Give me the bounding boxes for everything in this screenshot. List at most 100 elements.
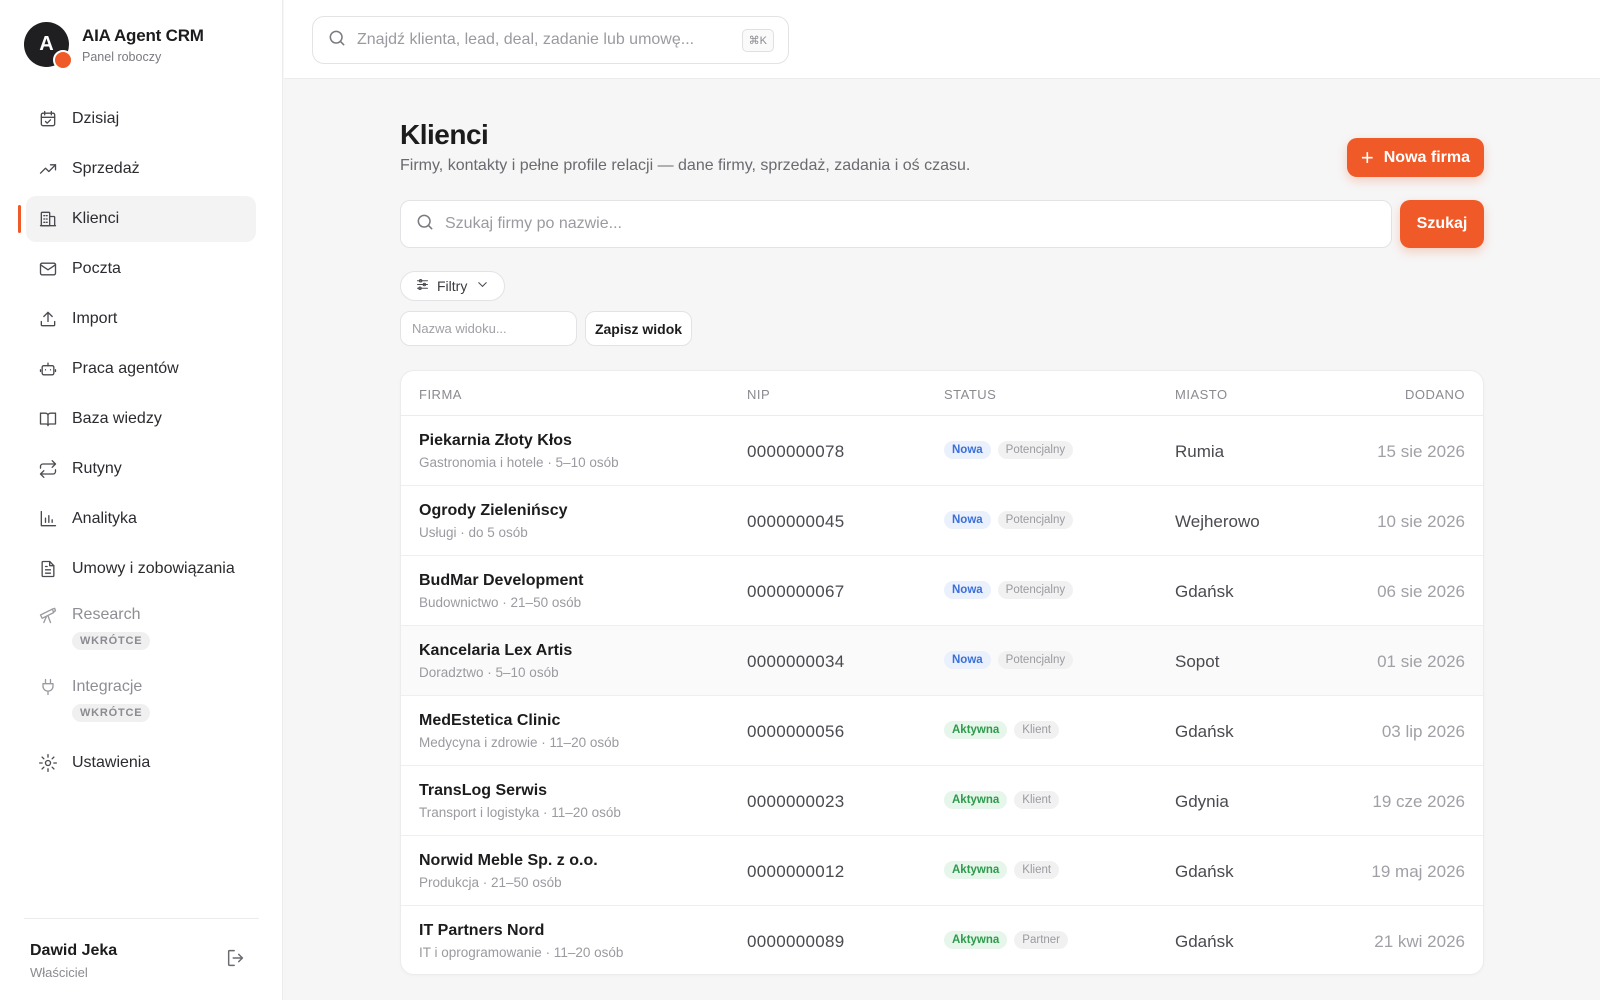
sidebar-nav: Dzisiaj Sprzedaż Klienci Poczta Import P…	[18, 96, 256, 790]
table-row[interactable]: Kancelaria Lex Artis Doradztwo · 5–10 osó…	[401, 626, 1483, 696]
brand-logo-letter: A	[39, 33, 54, 55]
status-badge: Aktywna	[944, 791, 1008, 809]
sidebar-item-research[interactable]: Research WKRÓTCE	[26, 596, 256, 664]
sidebar-item-umowy[interactable]: Umowy i zobowiązania	[26, 546, 256, 592]
company-name[interactable]: Norwid Meble Sp. z o.o.	[419, 852, 598, 870]
company-date-added: 01 sie 2026	[1377, 652, 1465, 671]
company-name[interactable]: MedEstetica Clinic	[419, 712, 560, 730]
status-cell: Nowa Potencjalny	[944, 511, 1080, 529]
new-company-button[interactable]: + Nowa firma	[1346, 138, 1484, 177]
global-search-input[interactable]	[357, 31, 727, 49]
table-row[interactable]: IT Partners Nord IT i oprogramowanie · 11…	[401, 906, 1483, 974]
sidebar-item-rutyny[interactable]: Rutyny	[26, 446, 256, 492]
search-icon	[327, 28, 347, 53]
brand-logo: A	[24, 22, 73, 70]
global-search[interactable]: ⌘K	[312, 16, 789, 64]
sidebar-item-ustawienia[interactable]: Ustawienia	[26, 740, 256, 786]
plus-icon: +	[1360, 144, 1374, 170]
status-badge: Nowa	[944, 441, 991, 459]
company-city: Gdynia	[1175, 792, 1229, 811]
company-name[interactable]: BudMar Development	[419, 572, 583, 590]
sidebar-item-label: Baza wiedzy	[72, 410, 162, 427]
type-badge: Klient	[1014, 721, 1060, 739]
sidebar-item-label: Klienci	[72, 210, 120, 227]
column-header-firma[interactable]: FIRMA	[419, 387, 462, 402]
bot-icon	[38, 359, 58, 379]
company-name[interactable]: Piekarnia Złoty Kłos	[419, 432, 572, 450]
sidebar-item-import[interactable]: Import	[26, 296, 256, 342]
table-body: Piekarnia Złoty Kłos Gastronomia i hotele…	[401, 416, 1483, 974]
view-name-input[interactable]	[400, 311, 577, 346]
mail-icon	[38, 259, 58, 279]
column-header-nip[interactable]: NIP	[747, 387, 770, 402]
table-row[interactable]: Piekarnia Złoty Kłos Gastronomia i hotele…	[401, 416, 1483, 486]
status-cell: Aktywna Klient	[944, 721, 1066, 739]
sidebar-item-analityka[interactable]: Analityka	[26, 496, 256, 542]
sidebar-item-label: Sprzedaż	[72, 160, 140, 177]
company-meta: Produkcja · 21–50 osób	[419, 875, 562, 890]
company-meta: Usługi · do 5 osób	[419, 525, 528, 540]
company-name[interactable]: Ogrody Zielenińscy	[419, 502, 567, 520]
status-cell: Aktywna Klient	[944, 791, 1066, 809]
status-cell: Aktywna Partner	[944, 931, 1075, 949]
page-subtitle: Firmy, kontakty i pełne profile relacji …	[400, 157, 971, 174]
sidebar-item-klienci[interactable]: Klienci	[18, 196, 256, 242]
company-search-input[interactable]	[445, 215, 1345, 233]
table-row[interactable]: BudMar Development Budownictwo · 21–50 os…	[401, 556, 1483, 626]
company-city: Gdańsk	[1175, 932, 1234, 951]
sidebar-item-integracje[interactable]: Integracje WKRÓTCE	[26, 668, 256, 736]
plug-icon	[38, 677, 58, 697]
shortcut-hint: ⌘K	[741, 29, 774, 52]
company-meta: Budownictwo · 21–50 osób	[419, 595, 582, 610]
sidebar-item-sprzedaz[interactable]: Sprzedaż	[26, 146, 256, 192]
coming-soon-badge: WKRÓTCE	[72, 704, 151, 722]
company-date-added: 10 sie 2026	[1377, 512, 1465, 531]
sidebar-item-poczta[interactable]: Poczta	[26, 246, 256, 292]
book-open-icon	[38, 409, 58, 429]
save-view-button[interactable]: Zapisz widok	[585, 311, 692, 346]
sidebar-item-label: Research	[72, 606, 141, 623]
company-meta: Doradztwo · 5–10 osób	[419, 665, 559, 680]
company-nip: 0000000012	[747, 862, 845, 881]
sidebar-item-praca-agentow[interactable]: Praca agentów	[26, 346, 256, 392]
filters-button[interactable]: Filtry	[400, 271, 506, 301]
table-row[interactable]: TransLog Serwis Transport i logistyka · 1…	[401, 766, 1483, 836]
status-badge: Nowa	[944, 581, 991, 599]
status-badge: Aktywna	[944, 931, 1008, 949]
company-name[interactable]: TransLog Serwis	[419, 782, 547, 800]
coming-soon-badge: WKRÓTCE	[72, 632, 151, 650]
table-row[interactable]: MedEstetica Clinic Medycyna i zdrowie · 1…	[401, 696, 1483, 766]
sliders-icon	[415, 277, 430, 295]
company-date-added: 06 sie 2026	[1377, 582, 1465, 601]
company-date-added: 19 cze 2026	[1372, 792, 1465, 811]
search-button[interactable]: Szukaj	[1400, 200, 1484, 248]
sidebar-item-baza-wiedzy[interactable]: Baza wiedzy	[26, 396, 256, 442]
type-badge: Klient	[1014, 861, 1060, 879]
table-row[interactable]: Norwid Meble Sp. z o.o. Produkcja · 21–50…	[401, 836, 1483, 906]
company-search[interactable]	[400, 200, 1392, 248]
company-nip: 0000000078	[747, 442, 845, 461]
type-badge: Klient	[1014, 791, 1060, 809]
logout-icon[interactable]	[225, 947, 247, 969]
company-meta: IT i oprogramowanie · 11–20 osób	[419, 945, 624, 960]
brand[interactable]: A AIA Agent CRM Panel roboczy	[24, 22, 204, 70]
column-header-miasto[interactable]: MIASTO	[1175, 387, 1228, 402]
column-header-dodano[interactable]: DODANO	[1405, 387, 1465, 402]
sidebar-item-label: Analityka	[72, 510, 137, 527]
sidebar-item-label: Import	[72, 310, 118, 327]
company-name[interactable]: IT Partners Nord	[419, 922, 544, 940]
table-row[interactable]: Ogrody Zielenińscy Usługi · do 5 osób 0000…	[401, 486, 1483, 556]
company-date-added: 19 maj 2026	[1371, 862, 1465, 881]
sidebar-item-dzisiaj[interactable]: Dzisiaj	[26, 96, 256, 142]
status-cell: Nowa Potencjalny	[944, 441, 1080, 459]
sidebar-item-label: Dzisiaj	[72, 110, 120, 127]
companies-table: FIRMA NIP STATUS MIASTO DODANO Piekarnia…	[400, 370, 1484, 975]
company-nip: 0000000089	[747, 932, 845, 951]
column-header-status[interactable]: STATUS	[944, 387, 996, 402]
company-name[interactable]: Kancelaria Lex Artis	[419, 642, 572, 660]
type-badge: Potencjalny	[997, 441, 1074, 459]
status-badge: Aktywna	[944, 861, 1008, 879]
sidebar-item-label: Rutyny	[72, 460, 122, 477]
calendar-check-icon	[38, 109, 58, 129]
user-role: Właściciel	[30, 965, 88, 980]
